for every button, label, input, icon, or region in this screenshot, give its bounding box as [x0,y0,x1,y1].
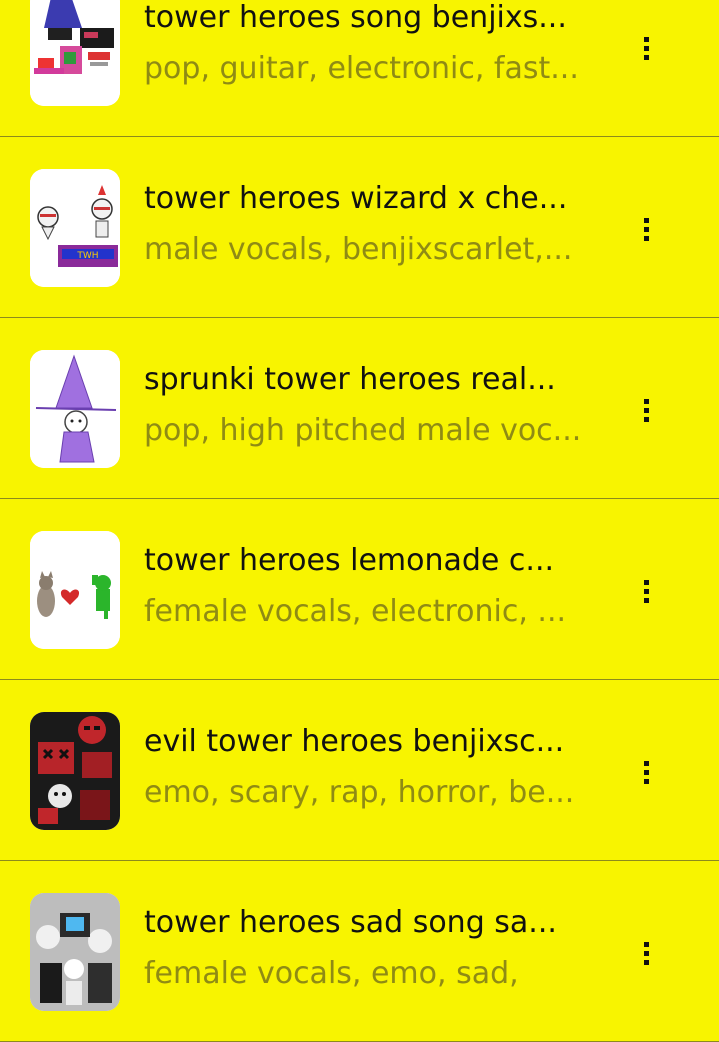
song-row[interactable]: tower heroes sad song sa... female vocal… [0,861,719,1042]
song-row[interactable]: TWH tower heroes wizard x che... male vo… [0,137,719,318]
song-thumbnail[interactable] [30,893,120,1011]
song-tags: emo, scary, rap, horror, be... [144,775,575,810]
song-tags: pop, guitar, electronic, fast... [144,51,579,86]
menu-dot [643,769,649,775]
song-row[interactable]: sprunki tower heroes real... pop, high p… [0,318,719,499]
cover-art-wizard-collage-icon [30,0,120,106]
song-row[interactable]: evil tower heroes benjixsc... emo, scary… [0,680,719,861]
song-thumbnail[interactable] [30,712,120,830]
song-title[interactable]: tower heroes sad song sa... [144,903,584,943]
menu-dot [643,398,649,404]
menu-dot [643,588,649,594]
svg-text:TWH: TWH [76,251,98,261]
menu-dot [643,235,649,241]
more-vert-icon[interactable] [630,752,662,792]
menu-dot [643,54,649,60]
song-title[interactable]: tower heroes wizard x che... [144,179,584,219]
song-tags: female vocals, electronic, ... [144,594,567,629]
more-vert-icon[interactable] [630,390,662,430]
menu-dot [643,579,649,585]
song-title[interactable]: sprunki tower heroes real... [144,360,584,400]
menu-dot [643,45,649,51]
song-row[interactable]: tower heroes lemonade c... female vocals… [0,499,719,680]
more-vert-icon[interactable] [630,933,662,973]
menu-dot [643,416,649,422]
menu-dot [643,226,649,232]
menu-dot [643,778,649,784]
cover-art-cat-heart-frog-icon [30,531,120,649]
cover-art-grayscale-crowd-icon [30,893,120,1011]
menu-dot [643,597,649,603]
song-thumbnail[interactable] [30,531,120,649]
menu-dot [643,760,649,766]
more-vert-icon[interactable] [630,28,662,68]
menu-dot [643,959,649,965]
song-title[interactable]: evil tower heroes benjixsc... [144,722,584,762]
song-thumbnail[interactable] [30,0,120,106]
more-vert-icon[interactable] [630,209,662,249]
menu-dot [643,941,649,947]
menu-dot [643,36,649,42]
menu-dot [643,950,649,956]
song-row[interactable]: tower heroes song benjixs... pop, guitar… [0,0,719,137]
song-tags: pop, high pitched male voc... [144,413,582,448]
song-thumbnail[interactable] [30,350,120,468]
more-vert-icon[interactable] [630,571,662,611]
song-thumbnail[interactable]: TWH [30,169,120,287]
song-tags: male vocals, benjixscarlet,... [144,232,573,267]
cover-art-evil-red-icon [30,712,120,830]
cover-art-purple-wizard-icon [30,350,120,468]
song-list: tower heroes song benjixs... pop, guitar… [0,0,719,1042]
song-title[interactable]: tower heroes lemonade c... [144,541,584,581]
song-title[interactable]: tower heroes song benjixs... [144,0,584,38]
menu-dot [643,217,649,223]
cover-art-characters-logo-icon: TWH [30,169,120,287]
song-tags: female vocals, emo, sad, [144,956,519,991]
menu-dot [643,407,649,413]
